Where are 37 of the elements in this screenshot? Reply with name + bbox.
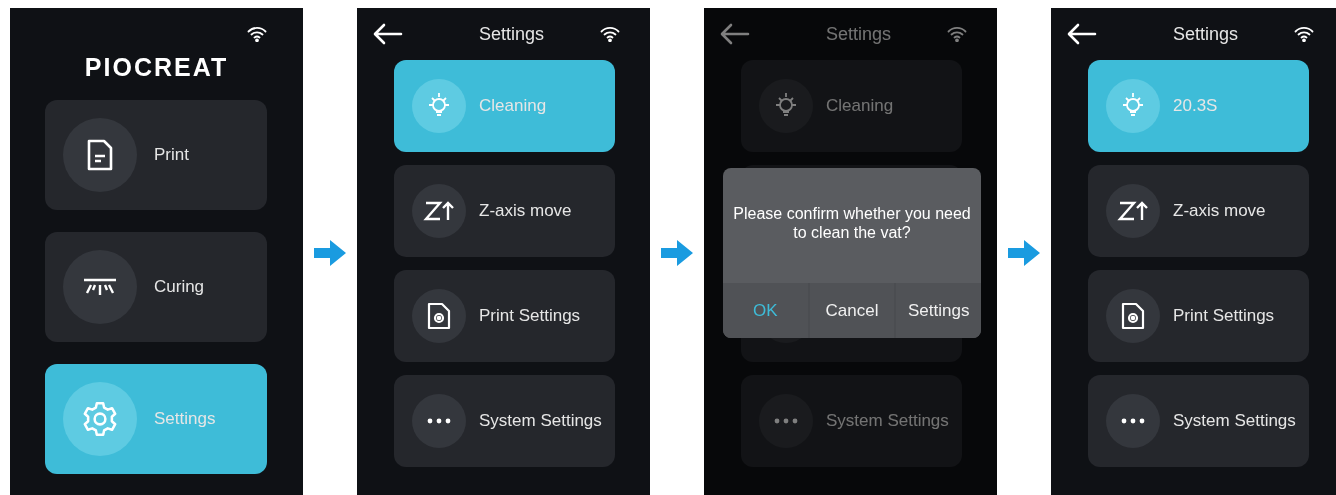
settings-icon bbox=[81, 400, 119, 438]
menu-card[interactable]: System Settings bbox=[394, 375, 615, 467]
dialog-button[interactable]: OK bbox=[723, 283, 808, 338]
menu-card[interactable]: Z-axis move bbox=[394, 165, 615, 257]
arrow-icon bbox=[1008, 240, 1040, 266]
document-gear-icon bbox=[426, 301, 452, 331]
dialog-message: Please confirm whether you need to clean the vat? bbox=[732, 204, 972, 244]
menu-card[interactable]: Curing bbox=[45, 232, 267, 342]
wifi-icon bbox=[247, 26, 267, 42]
menu-card[interactable]: System Settings bbox=[1088, 375, 1309, 467]
more-icon bbox=[427, 418, 451, 424]
more-icon bbox=[774, 418, 798, 424]
wifi-icon bbox=[1294, 26, 1314, 42]
lamp-rays-icon bbox=[82, 277, 118, 297]
z-arrow-icon bbox=[1117, 199, 1149, 223]
document-icon bbox=[85, 138, 115, 172]
menu-card[interactable]: Print bbox=[45, 100, 267, 210]
dialog-button[interactable]: Cancel bbox=[807, 283, 895, 338]
wifi-icon bbox=[947, 26, 967, 42]
menu-card[interactable]: System Settings bbox=[741, 375, 962, 467]
dialog-button[interactable]: Settings bbox=[894, 283, 981, 338]
more-icon bbox=[1121, 418, 1145, 424]
back-arrow-icon[interactable] bbox=[1067, 23, 1097, 45]
menu-card[interactable]: Print Settings bbox=[1088, 270, 1309, 362]
menu-card[interactable]: Z-axis move bbox=[1088, 165, 1309, 257]
menu-card[interactable]: Print Settings bbox=[394, 270, 615, 362]
wifi-icon bbox=[600, 26, 620, 42]
z-arrow-icon bbox=[423, 199, 455, 223]
back-arrow-icon[interactable] bbox=[373, 23, 403, 45]
screen-title: Settings bbox=[478, 23, 544, 45]
document-gear-icon bbox=[1120, 301, 1146, 331]
screen-title: Settings bbox=[825, 23, 891, 45]
brand-logo: PIOCREAT bbox=[84, 53, 229, 82]
arrow-icon bbox=[314, 240, 346, 266]
menu-card[interactable]: Cleaning bbox=[741, 60, 962, 152]
screen-title: Settings bbox=[1172, 23, 1238, 45]
arrow-icon bbox=[661, 240, 693, 266]
